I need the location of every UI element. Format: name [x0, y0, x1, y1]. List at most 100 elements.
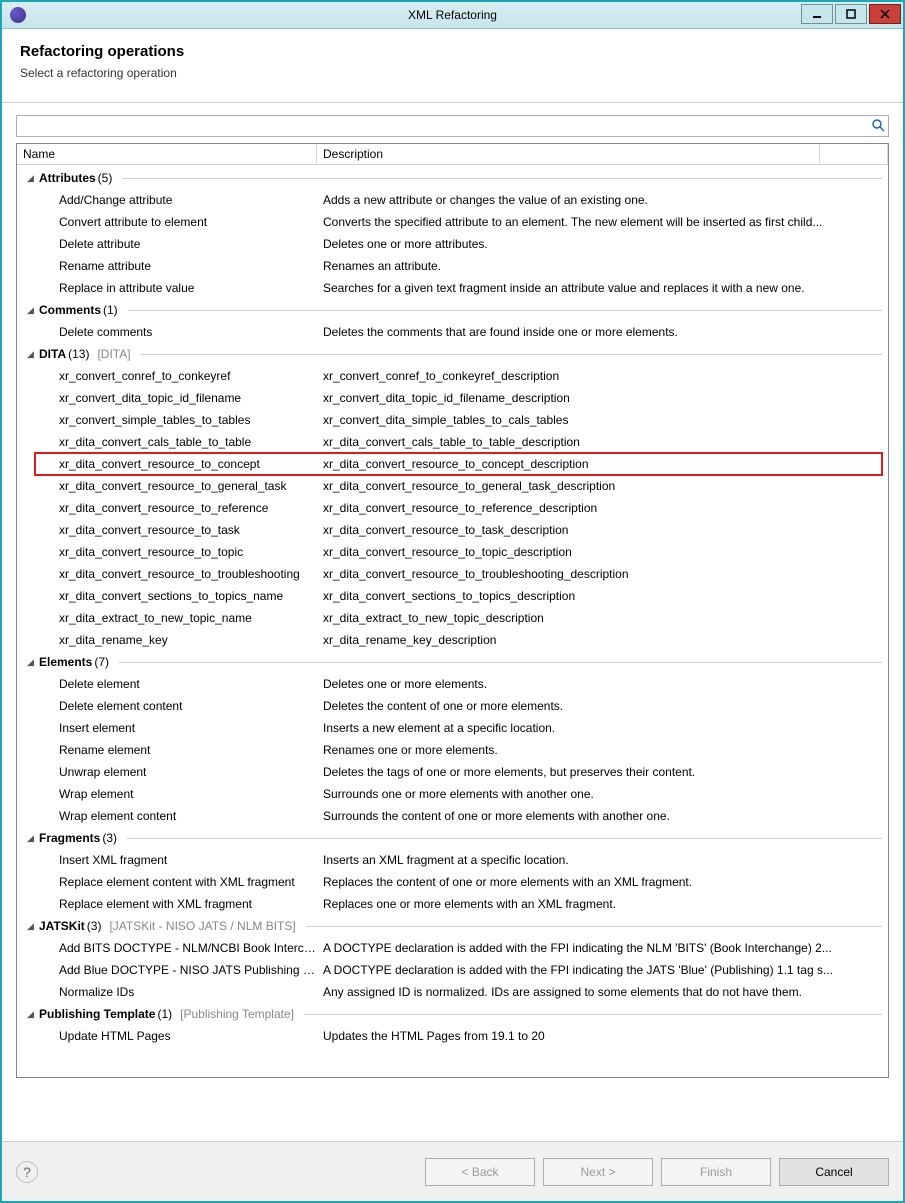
operation-item[interactable]: Delete attributeDeletes one or more attr… [17, 233, 888, 255]
operation-name: Insert element [17, 721, 317, 735]
group-row[interactable]: ◢Fragments (3) [17, 827, 888, 849]
operation-description: xr_dita_rename_key_description [317, 633, 888, 647]
operation-item[interactable]: xr_convert_dita_topic_id_filenamexr_conv… [17, 387, 888, 409]
operation-item[interactable]: xr_dita_convert_resource_to_general_task… [17, 475, 888, 497]
cancel-button[interactable]: Cancel [779, 1158, 889, 1186]
next-button[interactable]: Next > [543, 1158, 653, 1186]
operation-item[interactable]: xr_dita_rename_keyxr_dita_rename_key_des… [17, 629, 888, 651]
operation-description: Deletes the comments that are found insi… [317, 325, 888, 339]
operation-item[interactable]: Normalize IDsAny assigned ID is normaliz… [17, 981, 888, 1003]
operation-name: xr_dita_convert_resource_to_general_task [17, 479, 317, 493]
operations-tree[interactable]: Name Description ◢Attributes (5)Add/Chan… [16, 143, 889, 1078]
operation-name: Delete element [17, 677, 317, 691]
operation-description: xr_dita_convert_resource_to_general_task… [317, 479, 888, 493]
operation-item[interactable]: Convert attribute to elementConverts the… [17, 211, 888, 233]
operation-description: Adds a new attribute or changes the valu… [317, 193, 888, 207]
expand-icon[interactable]: ◢ [27, 833, 39, 844]
operation-item[interactable]: Rename elementRenames one or more elemen… [17, 739, 888, 761]
column-header-description[interactable]: Description [317, 144, 820, 164]
operation-name: Add/Change attribute [17, 193, 317, 207]
operation-item[interactable]: Delete commentsDeletes the comments that… [17, 321, 888, 343]
operation-item[interactable]: xr_convert_simple_tables_to_tablesxr_con… [17, 409, 888, 431]
operation-item[interactable]: Replace in attribute valueSearches for a… [17, 277, 888, 299]
expand-icon[interactable]: ◢ [27, 173, 39, 184]
operation-description: A DOCTYPE declaration is added with the … [317, 963, 888, 977]
operation-description: xr_dita_convert_cals_table_to_table_desc… [317, 435, 888, 449]
operation-name: xr_dita_convert_sections_to_topics_name [17, 589, 317, 603]
operation-item[interactable]: Replace element with XML fragmentReplace… [17, 893, 888, 915]
close-button[interactable] [869, 4, 901, 24]
expand-icon[interactable]: ◢ [27, 657, 39, 668]
expand-icon[interactable]: ◢ [27, 305, 39, 316]
operation-description: Replaces the content of one or more elem… [317, 875, 888, 889]
expand-icon[interactable]: ◢ [27, 1009, 39, 1020]
finish-button[interactable]: Finish [661, 1158, 771, 1186]
group-row[interactable]: ◢Elements (7) [17, 651, 888, 673]
operation-item[interactable]: Add BITS DOCTYPE - NLM/NCBI Book Interch… [17, 937, 888, 959]
operation-name: xr_dita_extract_to_new_topic_name [17, 611, 317, 625]
operation-item[interactable]: xr_dita_convert_cals_table_to_tablexr_di… [17, 431, 888, 453]
operation-description: Deletes one or more elements. [317, 677, 888, 691]
operation-item[interactable]: xr_dita_convert_resource_to_referencexr_… [17, 497, 888, 519]
operation-item[interactable]: xr_dita_convert_resource_to_topicxr_dita… [17, 541, 888, 563]
expand-icon[interactable]: ◢ [27, 921, 39, 932]
operation-item[interactable]: xr_convert_conref_to_conkeyrefxr_convert… [17, 365, 888, 387]
operation-item[interactable]: xr_dita_convert_sections_to_topics_namex… [17, 585, 888, 607]
operation-description: Updates the HTML Pages from 19.1 to 20 [317, 1029, 888, 1043]
back-button[interactable]: < Back [425, 1158, 535, 1186]
operation-description: Inserts a new element at a specific loca… [317, 721, 888, 735]
operation-name: Insert XML fragment [17, 853, 317, 867]
operation-item[interactable]: xr_dita_convert_resource_to_conceptxr_di… [35, 453, 882, 475]
titlebar: XML Refactoring [2, 2, 903, 29]
help-button[interactable]: ? [16, 1161, 38, 1183]
operation-description: Searches for a given text fragment insid… [317, 281, 888, 295]
operation-description: Surrounds the content of one or more ele… [317, 809, 888, 823]
group-row[interactable]: ◢Attributes (5) [17, 167, 888, 189]
group-tag: [Publishing Template] [180, 1007, 294, 1021]
operation-item[interactable]: Wrap elementSurrounds one or more elemen… [17, 783, 888, 805]
column-header-name[interactable]: Name [17, 144, 317, 164]
operation-item[interactable]: Unwrap elementDeletes the tags of one or… [17, 761, 888, 783]
operation-description: Deletes one or more attributes. [317, 237, 888, 251]
operation-item[interactable]: Add/Change attributeAdds a new attribute… [17, 189, 888, 211]
operation-name: Update HTML Pages [17, 1029, 317, 1043]
group-count: (13) [68, 347, 89, 361]
operation-item[interactable]: Replace element content with XML fragmen… [17, 871, 888, 893]
group-count: (3) [102, 831, 117, 845]
search-input[interactable] [17, 117, 868, 135]
operation-name: Replace in attribute value [17, 281, 317, 295]
operation-name: xr_dita_rename_key [17, 633, 317, 647]
group-count: (1) [103, 303, 118, 317]
group-name: DITA [39, 347, 66, 361]
operation-name: Rename attribute [17, 259, 317, 273]
group-row[interactable]: ◢Publishing Template (1)[Publishing Temp… [17, 1003, 888, 1025]
group-row[interactable]: ◢Comments (1) [17, 299, 888, 321]
operation-item[interactable]: xr_dita_extract_to_new_topic_namexr_dita… [17, 607, 888, 629]
operation-name: xr_dita_convert_resource_to_task [17, 523, 317, 537]
operation-name: xr_dita_convert_resource_to_concept [35, 457, 317, 471]
group-tag: [JATSKit - NISO JATS / NLM BITS] [109, 919, 295, 933]
operation-name: xr_dita_convert_resource_to_topic [17, 545, 317, 559]
group-count: (5) [98, 171, 113, 185]
minimize-button[interactable] [801, 4, 833, 24]
group-divider [119, 662, 882, 663]
group-divider [306, 926, 882, 927]
operation-item[interactable]: Rename attributeRenames an attribute. [17, 255, 888, 277]
operation-item[interactable]: Delete element contentDeletes the conten… [17, 695, 888, 717]
group-row[interactable]: ◢JATSKit (3)[JATSKit - NISO JATS / NLM B… [17, 915, 888, 937]
operation-item[interactable]: Insert XML fragmentInserts an XML fragme… [17, 849, 888, 871]
operation-name: Replace element content with XML fragmen… [17, 875, 317, 889]
operation-item[interactable]: xr_dita_convert_resource_to_troubleshoot… [17, 563, 888, 585]
operation-item[interactable]: xr_dita_convert_resource_to_taskxr_dita_… [17, 519, 888, 541]
operation-item[interactable]: Insert elementInserts a new element at a… [17, 717, 888, 739]
group-count: (7) [94, 655, 109, 669]
search-field[interactable] [16, 115, 889, 137]
maximize-button[interactable] [835, 4, 867, 24]
expand-icon[interactable]: ◢ [27, 349, 39, 360]
operation-item[interactable]: Add Blue DOCTYPE - NISO JATS Publishing … [17, 959, 888, 981]
operation-item[interactable]: Update HTML PagesUpdates the HTML Pages … [17, 1025, 888, 1047]
group-row[interactable]: ◢DITA (13)[DITA] [17, 343, 888, 365]
operation-name: xr_dita_convert_cals_table_to_table [17, 435, 317, 449]
operation-item[interactable]: Delete elementDeletes one or more elemen… [17, 673, 888, 695]
operation-item[interactable]: Wrap element contentSurrounds the conten… [17, 805, 888, 827]
